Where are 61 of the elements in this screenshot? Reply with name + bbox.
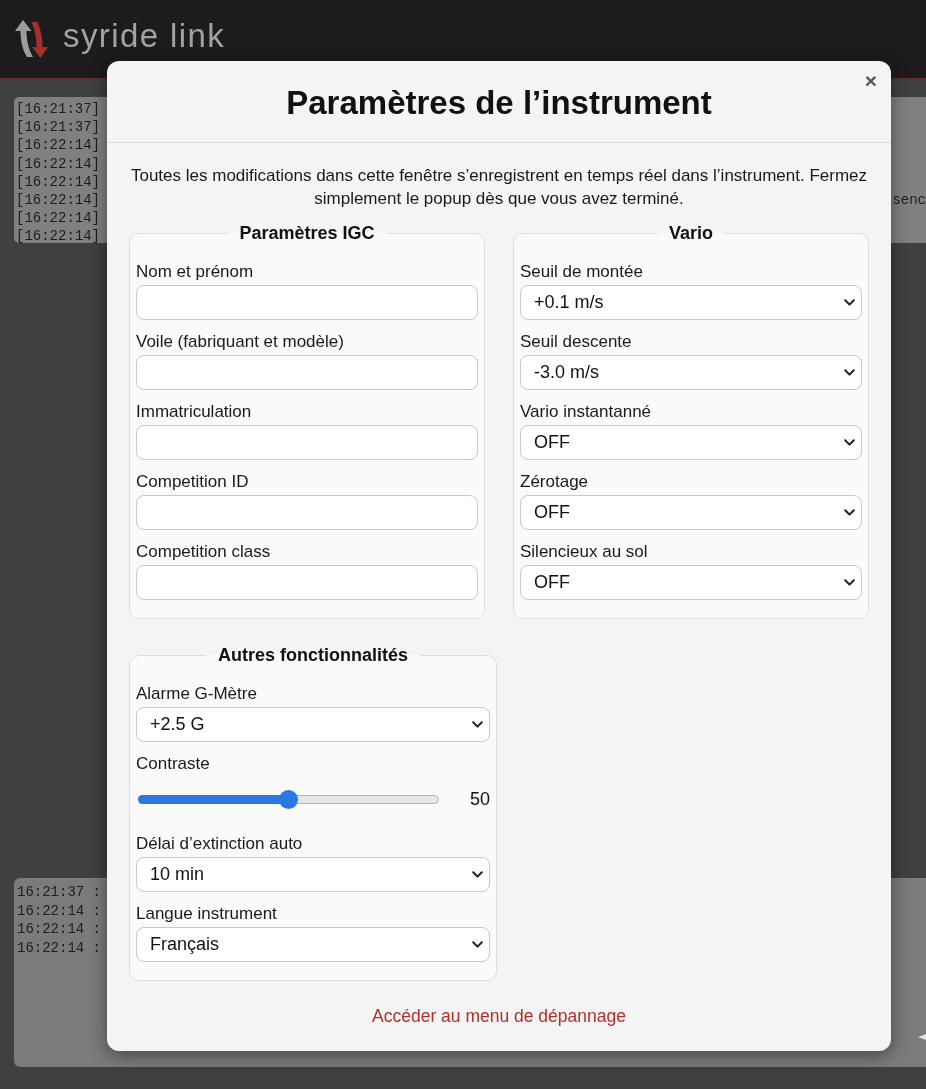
field-label: Voile (fabriquant et modèle): [136, 331, 345, 353]
field-label: Nom et prénom: [136, 261, 255, 283]
slider-value: 50: [469, 789, 490, 810]
text-field[interactable]: [136, 495, 478, 530]
chevron-icon: [472, 871, 483, 878]
up-down-arrows-icon: [15, 20, 49, 58]
logo-text: syride link: [63, 16, 226, 56]
text-field[interactable]: [136, 565, 478, 600]
dropdown[interactable]: OFF: [520, 425, 862, 460]
chevron-icon: [844, 579, 855, 586]
log-line: 16:21:37 :: [17, 883, 101, 902]
log-line: [16:22:14]: [16, 227, 100, 246]
triangle-icon: [918, 1034, 926, 1040]
field-label: Vario instantanné: [520, 401, 653, 423]
dialog-title: Paramètres de l’instrument: [286, 83, 712, 122]
field-label: Silencieux au sol: [520, 541, 649, 563]
troubleshooting-link[interactable]: Accéder au menu de dépannage: [372, 1005, 626, 1028]
log-line: 16:22:14 :: [17, 938, 101, 957]
field-label: Seuil descente: [520, 331, 633, 353]
log-line: [16:22:14]: [16, 136, 100, 155]
log-text: senc: [892, 191, 926, 210]
field-label: Seuil de montée: [520, 261, 644, 283]
chevron-icon: [844, 439, 855, 446]
field-label: Contraste: [136, 753, 211, 775]
log-line: [16:22:14]: [16, 191, 100, 210]
dropdown[interactable]: OFF: [520, 565, 862, 600]
text-field[interactable]: [136, 355, 478, 390]
field-label: Langue instrument: [136, 903, 278, 925]
log-line: 16:22:14 :: [17, 920, 101, 939]
slider-thumb[interactable]: [279, 790, 298, 809]
log-line: [16:22:14]: [16, 209, 100, 228]
dropdown[interactable]: +2.5 G: [136, 707, 490, 742]
log-line: [16:22:14]: [16, 154, 100, 173]
chevron-icon: [844, 299, 855, 306]
log-line: [16:21:37]: [16, 118, 100, 137]
field-label: Délai d’extinction auto: [136, 833, 304, 855]
text-field[interactable]: [136, 425, 478, 460]
dropdown[interactable]: -3.0 m/s: [520, 355, 862, 390]
text-field[interactable]: [136, 285, 478, 320]
log-line: [16:22:14]: [16, 172, 100, 191]
dropdown[interactable]: 10 min: [136, 857, 490, 892]
dropdown[interactable]: OFF: [520, 495, 862, 530]
field-label: Alarme G-Mètre: [136, 683, 258, 705]
chevron-icon: [472, 721, 483, 728]
field-label: Competition ID: [136, 471, 250, 493]
field-label: Zérotage: [520, 471, 590, 493]
dropdown[interactable]: +0.1 m/s: [520, 285, 862, 320]
chevron-icon: [844, 369, 855, 376]
group-title: Vario: [668, 222, 714, 245]
slider-track[interactable]: [138, 790, 439, 809]
field-label: Competition class: [136, 541, 272, 563]
dropdown[interactable]: Français: [136, 927, 490, 962]
log-line: 16:22:14 :: [17, 901, 101, 920]
chevron-icon: [844, 509, 855, 516]
chevron-icon: [472, 941, 483, 948]
intro-text: Toutes les modifications dans cette fenêtre s’enregistrent en temps réel dans l’instrument. Fermez simplement le popup dès que vous avez terminé.: [129, 165, 869, 210]
close-button[interactable]: ×: [862, 70, 879, 92]
field-label: Immatriculation: [136, 401, 253, 423]
group-title: Autres fonctionnalités: [217, 644, 409, 667]
log-line: [16:21:37]: [16, 100, 100, 119]
group-title: Paramètres IGC: [238, 222, 376, 245]
